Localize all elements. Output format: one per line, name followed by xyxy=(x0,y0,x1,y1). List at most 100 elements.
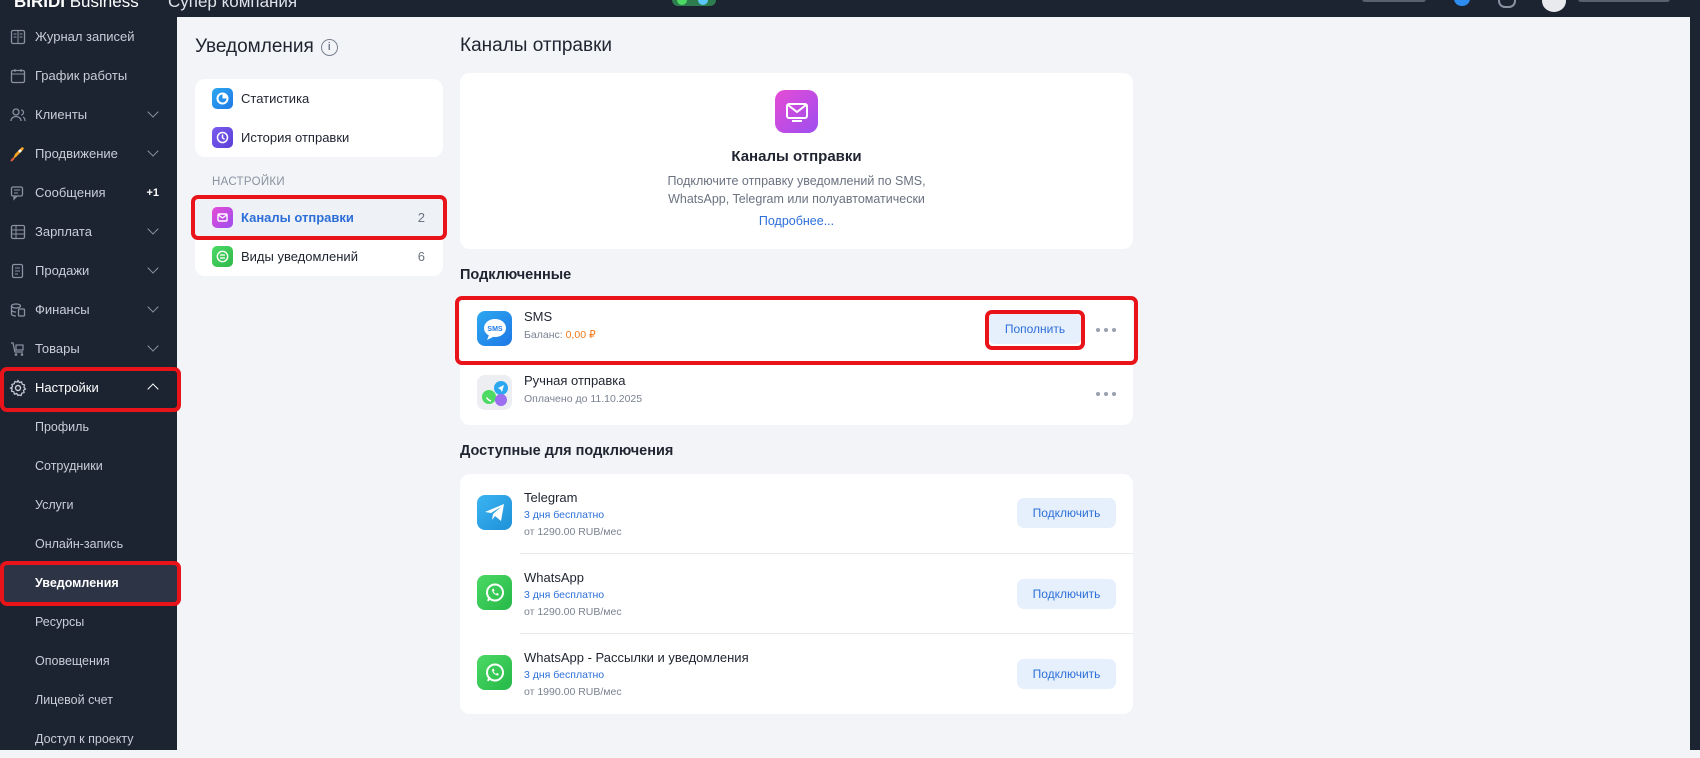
menu-item-label: Каналы отправки xyxy=(241,210,354,225)
sidebar-item-label: Финансы xyxy=(35,302,90,317)
whatsapp-icon xyxy=(477,655,512,690)
top-up-button[interactable]: Пополнить xyxy=(988,314,1082,344)
sidebar-sub-notifications[interactable]: Уведомления xyxy=(0,563,177,602)
page-title: Уведомления i xyxy=(195,36,338,58)
journal-icon xyxy=(8,27,28,47)
menu-item-channels[interactable]: Каналы отправки 2 xyxy=(191,198,443,237)
user-name[interactable] xyxy=(1578,0,1670,2)
channel-name: WhatsApp xyxy=(524,570,584,585)
channel-name: SMS xyxy=(524,309,553,324)
sidebar-sub-project-access[interactable]: Доступ к проекту xyxy=(0,719,177,758)
more-options-icon[interactable] xyxy=(1096,390,1116,398)
page-title-text: Уведомления xyxy=(195,36,314,57)
menu-item-history[interactable]: История отправки xyxy=(195,118,443,157)
trial-text: 3 дня бесплатно xyxy=(524,589,605,601)
sidebar-item-journal[interactable]: Журнал записей xyxy=(0,17,177,56)
status-dot-icon[interactable] xyxy=(1454,0,1470,6)
trial-text: 3 дня бесплатно xyxy=(524,669,605,681)
channel-name: WhatsApp - Рассылки и уведомления xyxy=(524,650,749,665)
notifications-menu-settings: Каналы отправки 2 Виды уведомлений 6 xyxy=(191,198,443,276)
section-title: Каналы отправки xyxy=(460,35,613,56)
channel-name: Telegram xyxy=(524,490,578,505)
goods-icon xyxy=(8,339,28,359)
sidebar-item-label: Продвижение xyxy=(35,146,118,161)
sms-icon: SMS xyxy=(477,311,512,346)
menu-item-notification-types[interactable]: Виды уведомлений 6 xyxy=(195,237,443,276)
sidebar-sub-alerts[interactable]: Оповещения xyxy=(0,641,177,680)
hero-description-line: Подключите отправку уведомлений по SMS, xyxy=(667,174,926,188)
brand-logo[interactable]: BIRIDI Business xyxy=(14,0,139,12)
menu-item-statistics[interactable]: Статистика xyxy=(195,79,443,118)
chevron-down-icon xyxy=(147,262,159,274)
price-text: от 1990.00 RUB/мес xyxy=(524,686,622,698)
messages-icon xyxy=(8,183,28,203)
connect-button-telegram[interactable]: Подключить xyxy=(1017,498,1116,528)
trial-text: 3 дня бесплатно xyxy=(524,509,605,521)
sidebar-item-label: Настройки xyxy=(35,380,99,395)
svg-text:SMS: SMS xyxy=(487,326,503,333)
info-icon[interactable]: i xyxy=(320,38,338,56)
sidebar-item-label: График работы xyxy=(35,68,128,83)
sidebar-item-label: Продажи xyxy=(35,263,90,278)
more-options-icon[interactable] xyxy=(1096,326,1116,334)
sidebar-sub-services[interactable]: Услуги xyxy=(0,485,177,524)
connect-button-whatsapp-mailing[interactable]: Подключить xyxy=(1017,659,1116,689)
balance-label: Баланс: xyxy=(524,329,566,341)
finance-icon xyxy=(8,300,28,320)
chevron-down-icon xyxy=(147,340,159,352)
salary-icon xyxy=(8,222,28,242)
sidebar-item-sales[interactable]: Продажи xyxy=(0,251,177,290)
sidebar-item-clients[interactable]: Клиенты xyxy=(0,95,177,134)
calendar-icon xyxy=(8,66,28,86)
available-heading: Доступные для подключения xyxy=(460,443,674,459)
notification-types-icon xyxy=(212,246,233,267)
sidebar-item-label: Зарплата xyxy=(35,224,92,239)
sidebar-sub-employees[interactable]: Сотрудники xyxy=(0,446,177,485)
top-bar: BIRIDI Business Супер компания xyxy=(0,0,1700,17)
window-edge xyxy=(1690,17,1700,750)
hero-description: Подключите отправку уведомлений по SMS, … xyxy=(460,173,1133,208)
menu-item-count: 6 xyxy=(417,249,425,264)
channels-icon xyxy=(212,207,233,228)
price-text: от 1290.00 RUB/мес xyxy=(524,526,622,538)
chevron-down-icon xyxy=(147,301,159,313)
avatar[interactable] xyxy=(1542,0,1566,12)
sidebar-item-label: Журнал записей xyxy=(35,29,135,44)
company-name[interactable]: Супер компания xyxy=(168,0,297,12)
sidebar-item-label: Сообщения xyxy=(35,185,106,200)
sales-icon xyxy=(8,261,28,281)
paid-until: Оплачено до 11.10.2025 xyxy=(524,393,643,405)
whatsapp-icon xyxy=(477,575,512,610)
tariff-label[interactable] xyxy=(1362,0,1426,2)
telegram-icon xyxy=(477,495,512,530)
history-icon xyxy=(212,127,233,148)
sidebar-item-label: Клиенты xyxy=(35,107,88,122)
sidebar-sub-profile[interactable]: Профиль xyxy=(0,407,177,446)
rocket-icon xyxy=(8,144,28,164)
more-link-text[interactable]: Подробнее... xyxy=(759,214,834,228)
sidebar-item-messages[interactable]: Сообщения +1 xyxy=(0,173,177,212)
sidebar-sub-resources[interactable]: Ресурсы xyxy=(0,602,177,641)
more-link[interactable]: Подробнее... xyxy=(460,214,1133,228)
connect-button-whatsapp[interactable]: Подключить xyxy=(1017,579,1116,609)
hero-title: Каналы отправки xyxy=(731,148,862,165)
price-text: от 1290.00 RUB/мес xyxy=(524,606,622,618)
sidebar-item-schedule[interactable]: График работы xyxy=(0,56,177,95)
sidebar-item-settings[interactable]: Настройки xyxy=(0,368,177,407)
sidebar-item-label: Товары xyxy=(35,341,80,356)
chevron-down-icon xyxy=(147,223,159,235)
sidebar-sub-online-booking[interactable]: Онлайн-запись xyxy=(0,524,177,563)
sidebar-item-finance[interactable]: Финансы xyxy=(0,290,177,329)
menu-item-count: 2 xyxy=(417,210,425,225)
sidebar-item-salary[interactable]: Зарплата xyxy=(0,212,177,251)
settings-section-label: НАСТРОЙКИ xyxy=(212,176,285,188)
sidebar: Журнал записей График работы Клиенты Про… xyxy=(0,17,177,750)
sidebar-item-promotion[interactable]: Продвижение xyxy=(0,134,177,173)
sidebar-item-goods[interactable]: Товары xyxy=(0,329,177,368)
apps-icon[interactable] xyxy=(672,0,716,6)
channel-row-manual[interactable]: Ручная отправка Оплачено до 11.10.2025 xyxy=(460,361,1133,425)
bell-icon[interactable] xyxy=(1498,0,1516,8)
sidebar-sub-account[interactable]: Лицевой счет xyxy=(0,680,177,719)
menu-item-label: История отправки xyxy=(241,130,350,145)
chevron-up-icon xyxy=(147,383,159,395)
